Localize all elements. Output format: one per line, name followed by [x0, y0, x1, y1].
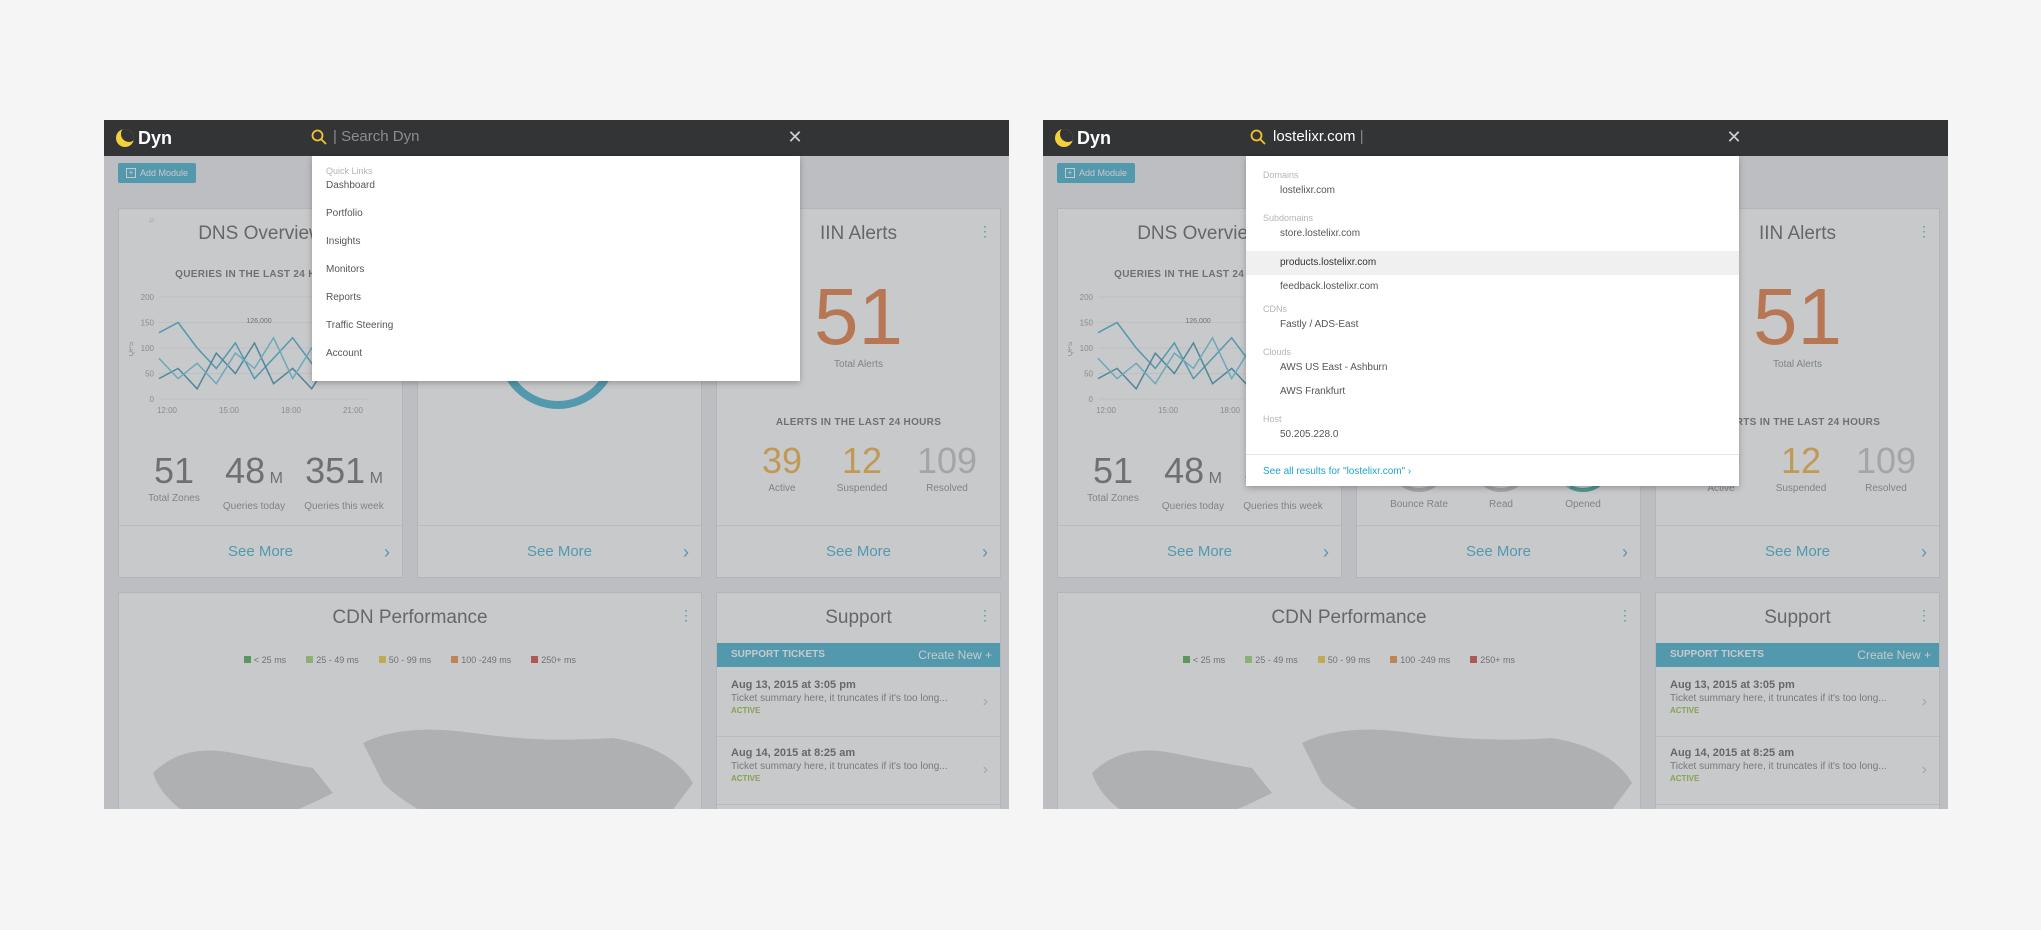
see-all-results-link[interactable]: See all results for "lostelixr.com" ›	[1246, 454, 1739, 488]
quick-link-reports[interactable]: Reports	[312, 292, 800, 320]
top-bar: Dyn lostelixr.com | ✕	[1043, 120, 1948, 156]
quick-links-dropdown: Quick Links Dashboard Portfolio Insights…	[312, 156, 800, 381]
results-section-host: Host	[1263, 414, 1282, 424]
quick-link-account[interactable]: Account	[312, 348, 800, 376]
screen-search-results: Dyn lostelixr.com | ✕ + Add Module DNS Ov…	[1043, 120, 1948, 809]
dyn-logo[interactable]: Dyn	[1055, 126, 1111, 150]
close-icon[interactable]: ✕	[1723, 126, 1745, 148]
screen-quick-links: Dyn | Search Dyn ✕ + Add Module ⌕ DNS Ove…	[104, 120, 1009, 809]
search-input[interactable]: | Search Dyn	[333, 128, 419, 145]
search-results-dropdown: Domains lostelixr.com Subdomains store.l…	[1246, 156, 1739, 486]
result-item[interactable]: feedback.lostelixr.com	[1246, 275, 1739, 304]
quick-link-insights[interactable]: Insights	[312, 236, 800, 264]
search-icon[interactable]	[1250, 129, 1266, 145]
dyn-logo[interactable]: Dyn	[116, 126, 172, 150]
search-icon[interactable]	[311, 129, 327, 145]
quick-link-traffic-steering[interactable]: Traffic Steering	[312, 320, 800, 348]
quick-link-portfolio[interactable]: Portfolio	[312, 208, 800, 236]
close-icon[interactable]: ✕	[784, 126, 806, 148]
result-item[interactable]: lostelixr.com	[1246, 184, 1739, 213]
result-item[interactable]: Fastly / ADS-East	[1246, 318, 1739, 347]
moon-icon	[116, 129, 134, 147]
result-item-highlighted[interactable]: products.lostelixr.com	[1246, 251, 1739, 275]
result-item[interactable]: AWS US East - Ashburn	[1246, 361, 1739, 385]
search-input[interactable]: lostelixr.com |	[1273, 128, 1364, 145]
results-section-subdomains: Subdomains	[1263, 213, 1314, 223]
quick-link-dashboard[interactable]: Dashboard	[312, 180, 800, 208]
moon-icon	[1055, 129, 1073, 147]
quick-links-heading: Quick Links	[326, 166, 373, 176]
result-item[interactable]: store.lostelixr.com	[1246, 227, 1739, 251]
results-section-domains: Domains	[1263, 170, 1299, 180]
result-item[interactable]: 50.205.228.0	[1246, 428, 1739, 454]
results-section-clouds: Clouds	[1263, 347, 1292, 357]
top-bar: Dyn | Search Dyn ✕	[104, 120, 1009, 156]
results-section-cdns: CDNs	[1263, 304, 1287, 314]
result-item[interactable]: AWS Frankfurt	[1246, 385, 1739, 414]
quick-link-monitors[interactable]: Monitors	[312, 264, 800, 292]
